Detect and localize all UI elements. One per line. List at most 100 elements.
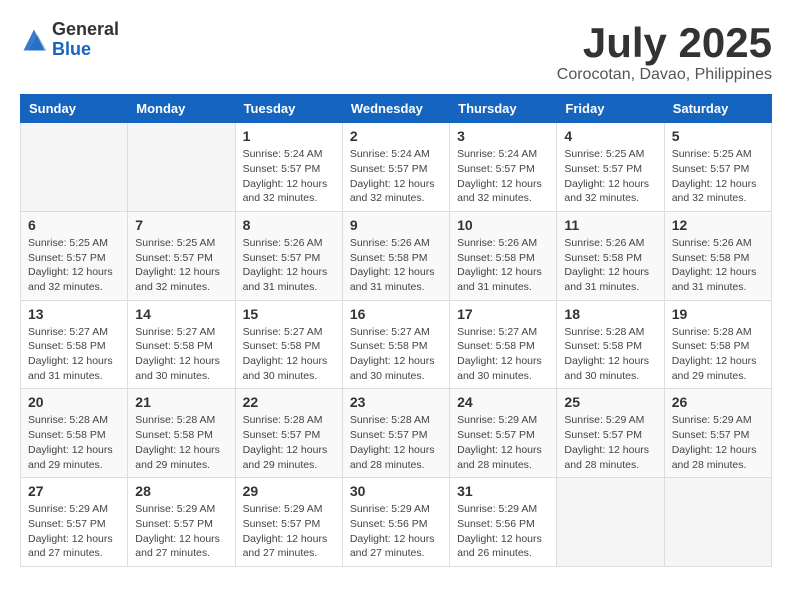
table-row: 1 Sunrise: 5:24 AMSunset: 5:57 PMDaylight…: [235, 123, 342, 212]
table-row: 24 Sunrise: 5:29 AMSunset: 5:57 PMDayligh…: [450, 389, 557, 478]
table-row: 9 Sunrise: 5:26 AMSunset: 5:58 PMDaylight…: [342, 211, 449, 300]
day-number: 10: [457, 217, 549, 233]
table-row: 5 Sunrise: 5:25 AMSunset: 5:57 PMDaylight…: [664, 123, 771, 212]
day-detail: Sunrise: 5:28 AMSunset: 5:58 PMDaylight:…: [135, 413, 227, 472]
table-row: 29 Sunrise: 5:29 AMSunset: 5:57 PMDayligh…: [235, 478, 342, 567]
day-number: 14: [135, 306, 227, 322]
table-row: 10 Sunrise: 5:26 AMSunset: 5:58 PMDayligh…: [450, 211, 557, 300]
header-saturday: Saturday: [664, 95, 771, 123]
calendar-week-row: 20 Sunrise: 5:28 AMSunset: 5:58 PMDayligh…: [21, 389, 772, 478]
table-row: 6 Sunrise: 5:25 AMSunset: 5:57 PMDaylight…: [21, 211, 128, 300]
header-thursday: Thursday: [450, 95, 557, 123]
table-row: 20 Sunrise: 5:28 AMSunset: 5:58 PMDayligh…: [21, 389, 128, 478]
table-row: 12Sunrise: 5:26 AMSunset: 5:58 PMDayligh…: [664, 211, 771, 300]
table-row: 26Sunrise: 5:29 AMSunset: 5:57 PMDayligh…: [664, 389, 771, 478]
day-detail: Sunrise: 5:29 AMSunset: 5:57 PMDaylight:…: [28, 502, 120, 561]
day-detail: Sunrise: 5:29 AMSunset: 5:56 PMDaylight:…: [350, 502, 442, 561]
table-row: 25Sunrise: 5:29 AMSunset: 5:57 PMDayligh…: [557, 389, 664, 478]
day-detail: Sunrise: 5:29 AMSunset: 5:57 PMDaylight:…: [243, 502, 335, 561]
table-row: [664, 478, 771, 567]
day-detail: Sunrise: 5:27 AMSunset: 5:58 PMDaylight:…: [350, 325, 442, 384]
day-detail: Sunrise: 5:26 AMSunset: 5:57 PMDaylight:…: [243, 236, 335, 295]
table-row: [128, 123, 235, 212]
table-row: 27 Sunrise: 5:29 AMSunset: 5:57 PMDayligh…: [21, 478, 128, 567]
calendar-week-row: 6 Sunrise: 5:25 AMSunset: 5:57 PMDaylight…: [21, 211, 772, 300]
table-row: 11 Sunrise: 5:26 AMSunset: 5:58 PMDayligh…: [557, 211, 664, 300]
header-sunday: Sunday: [21, 95, 128, 123]
day-number: 9: [350, 217, 442, 233]
day-detail: Sunrise: 5:28 AMSunset: 5:58 PMDaylight:…: [28, 413, 120, 472]
table-row: 17 Sunrise: 5:27 AMSunset: 5:58 PMDayligh…: [450, 300, 557, 389]
calendar-week-row: 13 Sunrise: 5:27 AMSunset: 5:58 PMDayligh…: [21, 300, 772, 389]
day-detail: Sunrise: 5:27 AMSunset: 5:58 PMDaylight:…: [457, 325, 549, 384]
calendar-week-row: 1 Sunrise: 5:24 AMSunset: 5:57 PMDaylight…: [21, 123, 772, 212]
day-detail: Sunrise: 5:24 AMSunset: 5:57 PMDaylight:…: [243, 147, 335, 206]
table-row: 19 Sunrise: 5:28 AMSunset: 5:58 PMDayligh…: [664, 300, 771, 389]
table-row: [557, 478, 664, 567]
day-number: 26: [672, 394, 764, 410]
day-number: 31: [457, 483, 549, 499]
day-number: 21: [135, 394, 227, 410]
table-row: 15Sunrise: 5:27 AMSunset: 5:58 PMDayligh…: [235, 300, 342, 389]
title-section: July 2025 Corocotan, Davao, Philippines: [557, 20, 772, 84]
day-number: 1: [243, 128, 335, 144]
table-row: 13 Sunrise: 5:27 AMSunset: 5:58 PMDayligh…: [21, 300, 128, 389]
day-detail: Sunrise: 5:25 AMSunset: 5:57 PMDaylight:…: [564, 147, 656, 206]
day-detail: Sunrise: 5:27 AMSunset: 5:58 PMDaylight:…: [135, 325, 227, 384]
table-row: 16Sunrise: 5:27 AMSunset: 5:58 PMDayligh…: [342, 300, 449, 389]
table-row: 14 Sunrise: 5:27 AMSunset: 5:58 PMDayligh…: [128, 300, 235, 389]
day-number: 27: [28, 483, 120, 499]
day-detail: Sunrise: 5:26 AMSunset: 5:58 PMDaylight:…: [350, 236, 442, 295]
day-number: 6: [28, 217, 120, 233]
day-number: 2: [350, 128, 442, 144]
table-row: 3Sunrise: 5:24 AMSunset: 5:57 PMDaylight…: [450, 123, 557, 212]
day-detail: Sunrise: 5:28 AMSunset: 5:58 PMDaylight:…: [672, 325, 764, 384]
table-row: 22Sunrise: 5:28 AMSunset: 5:57 PMDayligh…: [235, 389, 342, 478]
day-number: 17: [457, 306, 549, 322]
table-row: 23 Sunrise: 5:28 AMSunset: 5:57 PMDayligh…: [342, 389, 449, 478]
table-row: 8Sunrise: 5:26 AMSunset: 5:57 PMDaylight…: [235, 211, 342, 300]
day-number: 15: [243, 306, 335, 322]
logo: General Blue: [20, 20, 119, 60]
calendar-header-row: Sunday Monday Tuesday Wednesday Thursday…: [21, 95, 772, 123]
header-wednesday: Wednesday: [342, 95, 449, 123]
page-header: General Blue July 2025 Corocotan, Davao,…: [20, 20, 772, 84]
day-number: 24: [457, 394, 549, 410]
table-row: [21, 123, 128, 212]
day-detail: Sunrise: 5:24 AMSunset: 5:57 PMDaylight:…: [457, 147, 549, 206]
day-detail: Sunrise: 5:29 AMSunset: 5:57 PMDaylight:…: [564, 413, 656, 472]
day-detail: Sunrise: 5:29 AMSunset: 5:56 PMDaylight:…: [457, 502, 549, 561]
day-detail: Sunrise: 5:27 AMSunset: 5:58 PMDaylight:…: [28, 325, 120, 384]
logo-text: General Blue: [52, 20, 119, 60]
day-number: 5: [672, 128, 764, 144]
day-number: 29: [243, 483, 335, 499]
day-number: 11: [564, 217, 656, 233]
table-row: 4 Sunrise: 5:25 AMSunset: 5:57 PMDaylight…: [557, 123, 664, 212]
day-detail: Sunrise: 5:26 AMSunset: 5:58 PMDaylight:…: [457, 236, 549, 295]
day-number: 13: [28, 306, 120, 322]
day-number: 18: [564, 306, 656, 322]
day-detail: Sunrise: 5:25 AMSunset: 5:57 PMDaylight:…: [672, 147, 764, 206]
day-number: 19: [672, 306, 764, 322]
table-row: 2Sunrise: 5:24 AMSunset: 5:57 PMDaylight…: [342, 123, 449, 212]
table-row: 21 Sunrise: 5:28 AMSunset: 5:58 PMDayligh…: [128, 389, 235, 478]
day-detail: Sunrise: 5:28 AMSunset: 5:57 PMDaylight:…: [350, 413, 442, 472]
subtitle: Corocotan, Davao, Philippines: [557, 66, 772, 84]
logo-general: General: [52, 20, 119, 40]
logo-blue: Blue: [52, 40, 119, 60]
day-detail: Sunrise: 5:26 AMSunset: 5:58 PMDaylight:…: [564, 236, 656, 295]
table-row: 7 Sunrise: 5:25 AMSunset: 5:57 PMDaylight…: [128, 211, 235, 300]
day-number: 4: [564, 128, 656, 144]
day-detail: Sunrise: 5:25 AMSunset: 5:57 PMDaylight:…: [135, 236, 227, 295]
day-number: 7: [135, 217, 227, 233]
calendar-week-row: 27 Sunrise: 5:29 AMSunset: 5:57 PMDayligh…: [21, 478, 772, 567]
day-number: 23: [350, 394, 442, 410]
header-friday: Friday: [557, 95, 664, 123]
logo-icon: [20, 26, 48, 54]
day-detail: Sunrise: 5:29 AMSunset: 5:57 PMDaylight:…: [457, 413, 549, 472]
day-detail: Sunrise: 5:25 AMSunset: 5:57 PMDaylight:…: [28, 236, 120, 295]
day-detail: Sunrise: 5:29 AMSunset: 5:57 PMDaylight:…: [135, 502, 227, 561]
table-row: 28Sunrise: 5:29 AMSunset: 5:57 PMDayligh…: [128, 478, 235, 567]
day-number: 20: [28, 394, 120, 410]
day-detail: Sunrise: 5:26 AMSunset: 5:58 PMDaylight:…: [672, 236, 764, 295]
